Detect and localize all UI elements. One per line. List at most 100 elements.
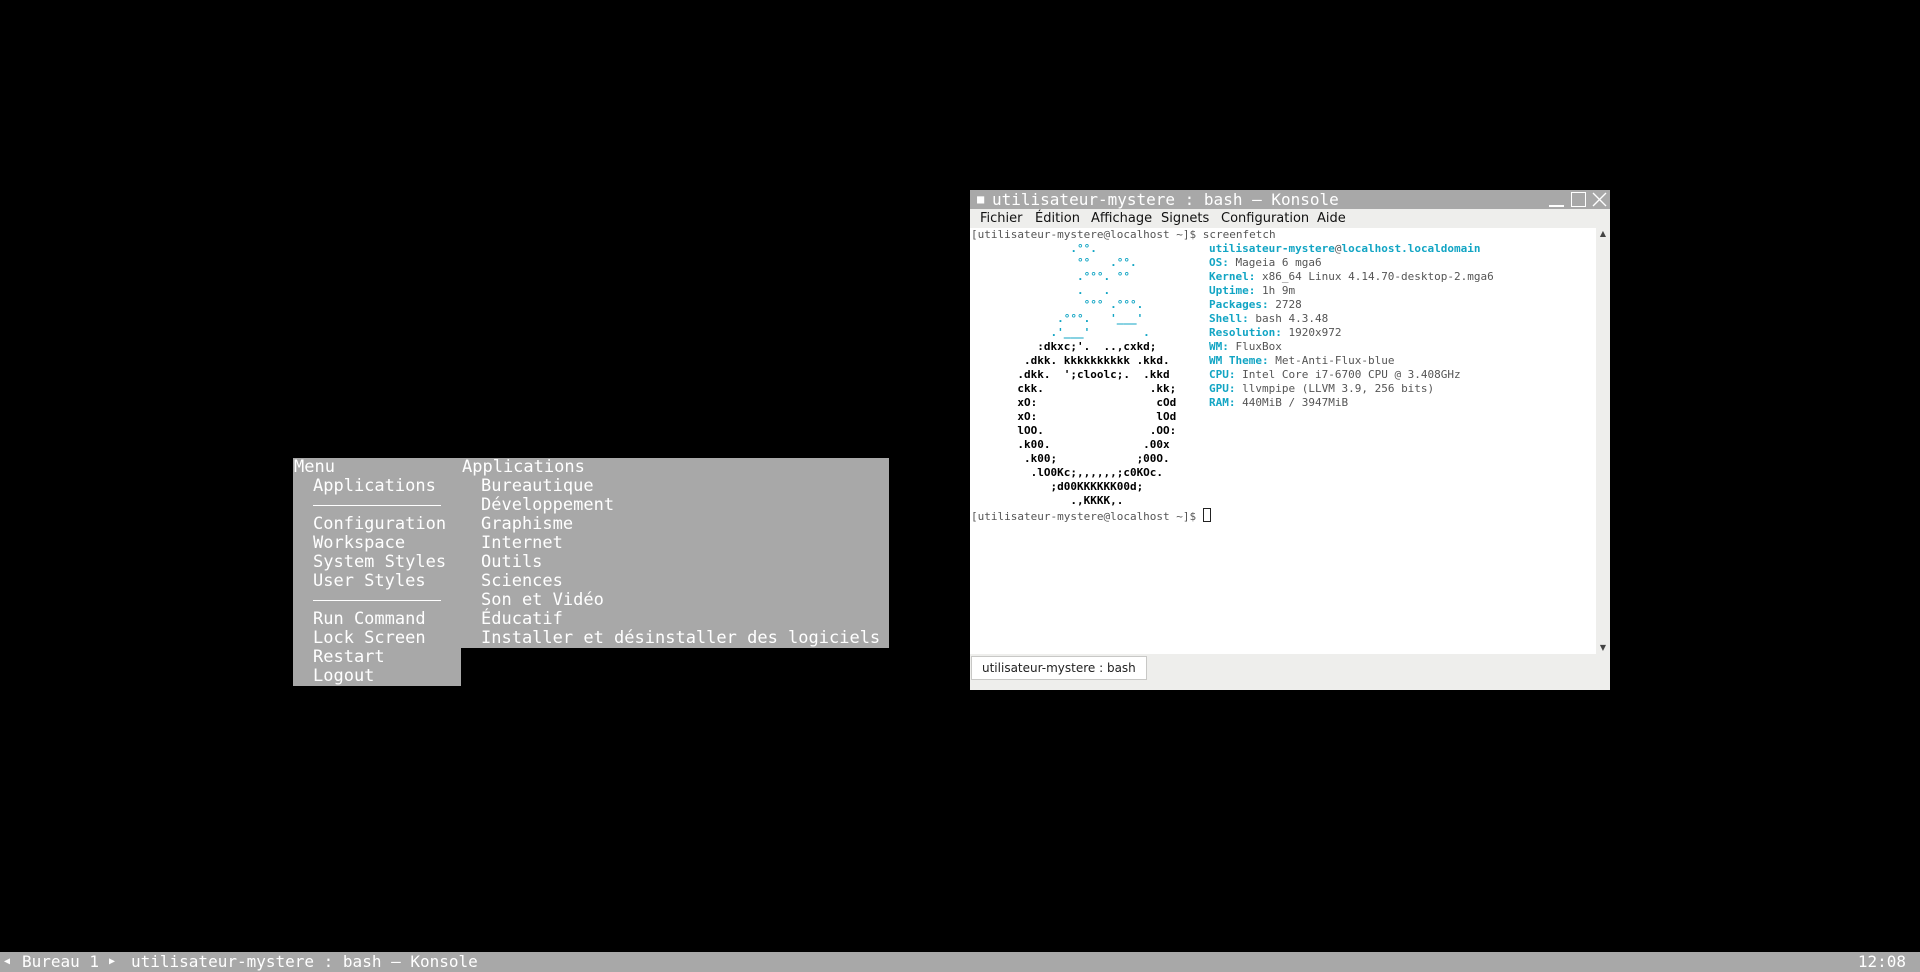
menu-item-applications[interactable]: Applications bbox=[293, 477, 461, 496]
info-key: RAM: bbox=[1209, 396, 1236, 409]
menu-item-internet[interactable]: Internet bbox=[461, 534, 889, 553]
menu-item-developpement[interactable]: Développement bbox=[461, 496, 889, 515]
info-key: Shell: bbox=[1209, 312, 1249, 325]
info-row: Kernel: x86_64 Linux 4.14.70-desktop-2.m… bbox=[1209, 270, 1494, 283]
info-value: bash 4.3.48 bbox=[1248, 312, 1329, 325]
menubar-edition[interactable]: Édition bbox=[1035, 209, 1080, 228]
menu-item-logout[interactable]: Logout bbox=[293, 667, 461, 686]
menu-item-sciences[interactable]: Sciences bbox=[461, 572, 889, 591]
applications-submenu: Applications Bureautique Développement G… bbox=[461, 458, 889, 648]
logo-line: ckk. .kk; bbox=[971, 382, 1177, 395]
info-row: CPU: Intel Core i7-6700 CPU @ 3.408GHz bbox=[1209, 368, 1461, 381]
menu-item-lock-screen[interactable]: Lock Screen bbox=[293, 629, 461, 648]
konsole-window: ■ utilisateur-mystere : bash — Konsole F… bbox=[970, 190, 1610, 690]
scroll-down-arrow-icon[interactable]: ▼ bbox=[1596, 642, 1610, 654]
info-value: Intel Core i7-6700 CPU @ 3.408GHz bbox=[1235, 368, 1461, 381]
prompt-line-2: [utilisateur-mystere@localhost ~]$ bbox=[971, 510, 1203, 523]
menubar-configuration[interactable]: Configuration bbox=[1221, 209, 1309, 228]
info-row: Packages: 2728 bbox=[1209, 298, 1302, 311]
menu-separator bbox=[293, 591, 461, 610]
taskbar-window-title[interactable]: utilisateur-mystere : bash — Konsole bbox=[131, 952, 478, 972]
close-icon bbox=[1592, 192, 1607, 207]
fluxbox-toolbar: ◀ Bureau 1 ▶ utilisateur-mystere : bash … bbox=[0, 952, 1920, 972]
workspace-name[interactable]: Bureau 1 bbox=[22, 952, 99, 972]
prompt-line-1: [utilisateur-mystere@localhost ~]$ scree… bbox=[971, 228, 1276, 241]
logo-line: :dkxc;'. ..,cxkd; bbox=[971, 340, 1157, 353]
menubar-signets[interactable]: Signets bbox=[1161, 209, 1209, 228]
info-key: Uptime: bbox=[1209, 284, 1256, 297]
info-value: 2728 bbox=[1268, 298, 1302, 311]
terminal-prompt-current: [utilisateur-mystere@localhost ~]$ bbox=[971, 508, 1211, 524]
menu-item-son-et-video[interactable]: Son et Vidéo bbox=[461, 591, 889, 610]
logo-line: xO: lOd bbox=[971, 410, 1177, 423]
info-value: x86_64 Linux 4.14.70-desktop-2.mga6 bbox=[1255, 270, 1494, 283]
root-menu-title: Menu bbox=[294, 457, 335, 477]
info-key: Kernel: bbox=[1209, 270, 1256, 283]
info-value: Mageia 6 mga6 bbox=[1228, 256, 1322, 269]
menubar-fichier[interactable]: Fichier bbox=[980, 209, 1023, 228]
info-key: CPU: bbox=[1209, 368, 1236, 381]
menu-item-run-command[interactable]: Run Command bbox=[293, 610, 461, 629]
info-row: WM: FluxBox bbox=[1209, 340, 1282, 353]
info-row: GPU: llvmpipe (LLVM 3.9, 256 bits) bbox=[1209, 382, 1434, 395]
menu-separator bbox=[293, 496, 461, 515]
info-row: Uptime: 1h 9m bbox=[1209, 284, 1295, 297]
menubar-aide[interactable]: Aide bbox=[1317, 209, 1346, 228]
info-value: 1h 9m bbox=[1255, 284, 1296, 297]
info-key: Resolution: bbox=[1209, 326, 1282, 339]
info-row: Shell: bash 4.3.48 bbox=[1209, 312, 1328, 325]
menu-item-system-styles[interactable]: System Styles bbox=[293, 553, 461, 572]
minimize-button[interactable] bbox=[1548, 191, 1565, 208]
terminal-cursor bbox=[1202, 508, 1211, 522]
tab-bash[interactable]: utilisateur-mystere : bash bbox=[971, 656, 1147, 680]
menu-item-educatif[interactable]: Éducatif bbox=[461, 610, 889, 629]
logo-line: lOO. .OO: bbox=[971, 424, 1177, 437]
user-host: utilisateur-mystere@localhost.localdomai… bbox=[1209, 242, 1481, 255]
terminal-area[interactable]: [utilisateur-mystere@localhost ~]$ scree… bbox=[970, 228, 1596, 654]
logo-line: .k00. .00x bbox=[971, 438, 1170, 451]
screenfetch-info: utilisateur-mystere@localhost.localdomai… bbox=[1209, 242, 1494, 410]
terminal-scrollbar[interactable]: ▲ ▼ bbox=[1596, 228, 1610, 654]
applications-submenu-title: Applications bbox=[462, 457, 585, 477]
prev-workspace-arrow-icon[interactable]: ◀ bbox=[4, 952, 10, 972]
logo-line: ;d00KKKKKK00d; bbox=[971, 480, 1144, 493]
logo-line: xO: cOd bbox=[971, 396, 1177, 409]
logo-line: °°° .°°°. bbox=[971, 298, 1144, 311]
info-key: OS: bbox=[1209, 256, 1229, 269]
info-key: WM Theme: bbox=[1209, 354, 1269, 367]
logo-line: .°°°. °° bbox=[971, 270, 1130, 283]
info-value: 1920x972 bbox=[1281, 326, 1342, 339]
menu-item-user-styles[interactable]: User Styles bbox=[293, 572, 461, 591]
menubar-affichage[interactable]: Affichage bbox=[1091, 209, 1152, 228]
info-row: WM Theme: Met-Anti-Flux-blue bbox=[1209, 354, 1394, 367]
menu-item-workspace[interactable]: Workspace bbox=[293, 534, 461, 553]
logo-line: .dkk. ';cloolc;. .kkd bbox=[971, 368, 1170, 381]
window-titlebar[interactable]: ■ utilisateur-mystere : bash — Konsole bbox=[970, 190, 1610, 209]
info-value: FluxBox bbox=[1228, 340, 1282, 353]
info-key: GPU: bbox=[1209, 382, 1236, 395]
next-workspace-arrow-icon[interactable]: ▶ bbox=[109, 952, 115, 972]
menu-item-restart[interactable]: Restart bbox=[293, 648, 461, 667]
close-button[interactable] bbox=[1591, 191, 1608, 208]
scroll-up-arrow-icon[interactable]: ▲ bbox=[1596, 228, 1610, 240]
logo-line: . . bbox=[971, 284, 1111, 297]
menu-item-configuration[interactable]: Configuration bbox=[293, 515, 461, 534]
logo-line: .lO0Kc;,,,,,,;c0KOc. bbox=[971, 466, 1164, 479]
menu-item-graphisme[interactable]: Graphisme bbox=[461, 515, 889, 534]
logo-line: .°°. bbox=[971, 242, 1097, 255]
window-menu-icon[interactable]: ■ bbox=[977, 190, 984, 209]
logo-line: .°°°. '___' bbox=[971, 312, 1144, 325]
info-key: WM: bbox=[1209, 340, 1229, 353]
info-row: Resolution: 1920x972 bbox=[1209, 326, 1341, 339]
info-value: llvmpipe (LLVM 3.9, 256 bits) bbox=[1235, 382, 1435, 395]
konsole-tabbar: utilisateur-mystere : bash bbox=[970, 654, 1610, 680]
menu-item-installer-logiciels[interactable]: Installer et désinstaller des logiciels bbox=[461, 629, 889, 648]
menu-item-bureautique[interactable]: Bureautique bbox=[461, 477, 889, 496]
konsole-menubar: Fichier Édition Affichage Signets Config… bbox=[970, 209, 1610, 228]
logo-line: °° .°°. bbox=[971, 256, 1137, 269]
logo-line: .'___' . bbox=[971, 326, 1150, 339]
menu-item-outils[interactable]: Outils bbox=[461, 553, 889, 572]
logo-line: .dkk. kkkkkkkkkk .kkd. bbox=[971, 354, 1170, 367]
maximize-button[interactable] bbox=[1570, 191, 1587, 208]
info-value: 440MiB / 3947MiB bbox=[1235, 396, 1349, 409]
